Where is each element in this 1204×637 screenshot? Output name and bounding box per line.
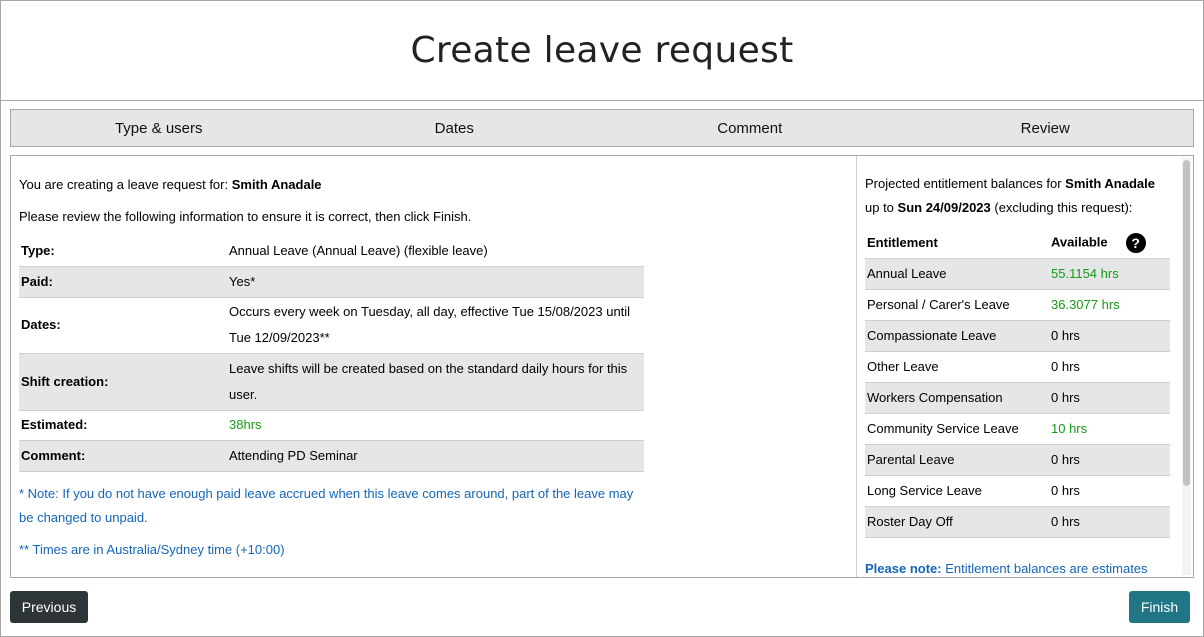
entitlement-name: Long Service Leave xyxy=(865,474,1051,506)
paid-leave-note: * Note: If you do not have enough paid l… xyxy=(19,482,649,530)
projected-line-1: Projected entitlement balances for Smith… xyxy=(865,172,1165,196)
upto-suffix: (excluding this request): xyxy=(990,200,1133,215)
entitlement-name: Annual Leave xyxy=(865,257,1051,289)
scrollbar-thumb[interactable] xyxy=(1183,160,1190,486)
available-column-header: Available? xyxy=(1051,228,1170,258)
entitlement-row: Other Leave 0 hrs xyxy=(865,350,1170,382)
review-row-shift-creation: Shift creation: Leave shifts will be cre… xyxy=(19,353,644,410)
entitlement-row: Workers Compensation 0 hrs xyxy=(865,381,1170,413)
review-row-dates: Dates: Occurs every week on Tuesday, all… xyxy=(19,297,644,353)
creating-prefix: You are creating a leave request for: xyxy=(19,177,232,192)
review-value: Occurs every week on Tuesday, all day, e… xyxy=(225,297,644,353)
entitlement-column-header: Entitlement xyxy=(867,235,938,251)
entitlement-row: Personal / Carer's Leave 36.3077 hrs xyxy=(865,288,1170,320)
entitlement-name: Community Service Leave xyxy=(865,412,1051,444)
step-dates[interactable]: Dates xyxy=(307,110,603,146)
entitlement-name: Workers Compensation xyxy=(865,381,1051,413)
please-note: Please note: Entitlement balances are es… xyxy=(865,561,1148,576)
shift-line-1: Leave shifts will be created based on th… xyxy=(229,360,628,376)
entitlement-available: 36.3077 hrs xyxy=(1051,288,1170,320)
review-label: Estimated: xyxy=(21,417,88,432)
entitlement-available: 0 hrs xyxy=(1051,474,1170,506)
entitlement-available: 0 hrs xyxy=(1051,319,1170,351)
entitlement-rows: Annual Leave 55.1154 hrs Personal / Carer'… xyxy=(865,257,1170,538)
entitlement-table: Entitlement Available? Annual Leave 55.11… xyxy=(865,228,1170,538)
entitlement-header-row: Entitlement Available? xyxy=(865,228,1170,258)
review-summary: You are creating a leave request for: Sm… xyxy=(11,156,857,577)
review-row-estimated: Estimated: 38hrs xyxy=(19,410,644,440)
review-value: 38hrs xyxy=(229,417,262,432)
projected-balances-text: Projected entitlement balances for Smith… xyxy=(865,172,1165,220)
entitlement-row: Community Service Leave 10 hrs xyxy=(865,412,1170,444)
step-review[interactable]: Review xyxy=(898,110,1194,146)
review-row-paid: Paid: Yes* xyxy=(19,266,644,297)
paid-leave-note-line-2: be changed to unpaid. xyxy=(19,510,148,525)
scrollbar[interactable] xyxy=(1182,158,1191,575)
review-instruction: Please review the following information … xyxy=(19,209,472,224)
user-name: Smith Anadale xyxy=(231,177,322,192)
entitlement-name: Personal / Carer's Leave xyxy=(865,288,1051,320)
step-comment[interactable]: Comment xyxy=(602,110,898,146)
wizard-steps: Type & users Dates Comment Review xyxy=(10,109,1194,147)
shift-line-2: user. xyxy=(229,386,258,402)
entitlement-available: 0 hrs xyxy=(1051,505,1170,538)
timezone-note: ** Times are in Australia/Sydney time (+… xyxy=(19,542,285,557)
review-table: Type: Annual Leave (Annual Leave) (flexi… xyxy=(19,236,644,472)
entitlement-row: Annual Leave 55.1154 hrs xyxy=(865,257,1170,289)
finish-button[interactable]: Finish xyxy=(1129,591,1190,623)
review-row-type: Type: Annual Leave (Annual Leave) (flexi… xyxy=(19,236,644,266)
entitlement-name: Roster Day Off xyxy=(865,505,1051,538)
entitlement-available: 0 hrs xyxy=(1051,350,1170,382)
entitlement-row: Parental Leave 0 hrs xyxy=(865,443,1170,475)
step-type-users[interactable]: Type & users xyxy=(11,110,307,146)
entitlement-available: 0 hrs xyxy=(1051,443,1170,475)
projected-prefix: Projected entitlement balances for xyxy=(865,176,1066,191)
review-label: Dates: xyxy=(21,317,61,332)
upto-prefix: up to xyxy=(865,200,898,215)
help-icon[interactable]: ? xyxy=(1125,232,1146,253)
review-row-comment: Comment: Attending PD Seminar xyxy=(19,440,644,471)
previous-button[interactable]: Previous xyxy=(10,591,88,623)
review-value: Leave shifts will be created based on th… xyxy=(225,353,644,410)
review-panel: You are creating a leave request for: Sm… xyxy=(10,155,1194,578)
page-title: Create leave request xyxy=(410,30,794,71)
upto-date: Sun 24/09/2023 xyxy=(897,200,991,215)
review-value: Annual Leave (Annual Leave) (flexible le… xyxy=(229,242,488,258)
paid-leave-note-line-1: * Note: If you do not have enough paid l… xyxy=(19,486,634,501)
entitlement-panel: Projected entitlement balances for Smith… xyxy=(857,156,1193,577)
entitlement-available: 0 hrs xyxy=(1051,381,1170,413)
please-note-text: Entitlement balances are estimates xyxy=(941,561,1148,576)
entitlement-row: Long Service Leave 0 hrs xyxy=(865,474,1170,506)
dates-line-1: Occurs every week on Tuesday, all day, e… xyxy=(229,304,631,319)
review-label: Paid: xyxy=(19,266,225,297)
review-label: Shift creation: xyxy=(19,353,225,410)
review-label: Type: xyxy=(21,242,55,258)
entitlement-name: Compassionate Leave xyxy=(865,319,1051,351)
entitlement-row: Compassionate Leave 0 hrs xyxy=(865,319,1170,351)
entitlement-name: Other Leave xyxy=(865,350,1051,382)
review-label: Comment: xyxy=(19,440,225,471)
entitlement-available: 10 hrs xyxy=(1051,412,1170,444)
dates-line-2: Tue 12/09/2023** xyxy=(229,330,330,345)
available-header-label: Available xyxy=(1051,234,1108,250)
entitlement-available: 55.1154 hrs xyxy=(1051,257,1170,289)
please-note-label: Please note: xyxy=(865,561,942,576)
entitlement-row: Roster Day Off 0 hrs xyxy=(865,505,1170,538)
projected-line-2: up to Sun 24/09/2023 (excluding this req… xyxy=(865,196,1165,220)
entitlement-name: Parental Leave xyxy=(865,443,1051,475)
projected-user-name: Smith Anadale xyxy=(1065,176,1155,191)
modal-header: Create leave request xyxy=(1,1,1203,101)
creating-for-text: You are creating a leave request for: Sm… xyxy=(19,177,322,192)
review-value: Attending PD Seminar xyxy=(225,440,644,471)
review-value: Yes* xyxy=(225,266,644,297)
